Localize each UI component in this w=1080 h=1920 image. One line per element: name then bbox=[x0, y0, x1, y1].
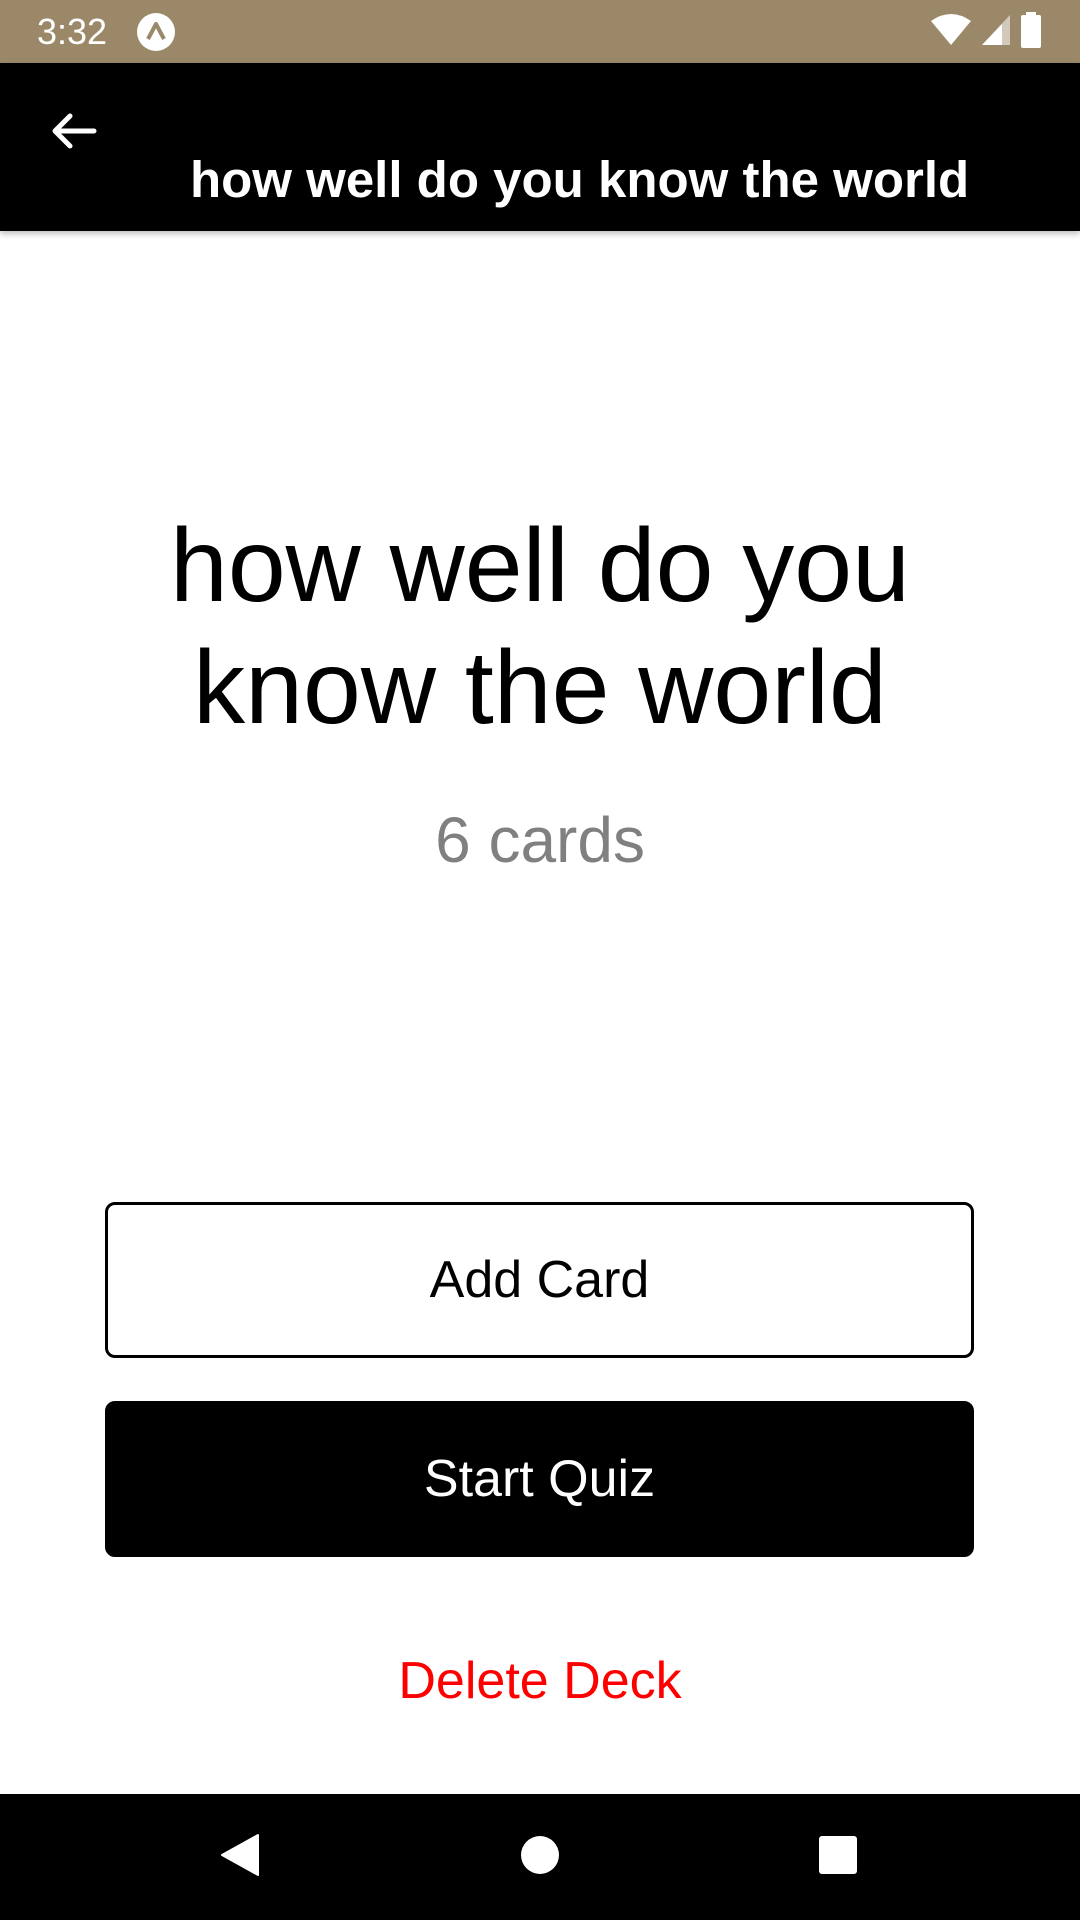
back-button[interactable] bbox=[34, 93, 114, 173]
add-card-label: Add Card bbox=[429, 1251, 650, 1309]
add-card-button[interactable]: Add Card bbox=[105, 1202, 974, 1358]
deck-detail-screen: 3:32 how well do you know the world how … bbox=[0, 0, 1080, 1920]
deck-title: how well do you know the world bbox=[170, 508, 910, 746]
nav-home-button[interactable] bbox=[477, 1794, 603, 1920]
app-notification-icon bbox=[136, 12, 176, 52]
cellular-signal-icon bbox=[980, 13, 1012, 52]
arrow-back-icon bbox=[50, 111, 98, 156]
app-bar-title: how well do you know the world bbox=[190, 151, 970, 208]
status-icons bbox=[930, 11, 1042, 53]
wifi-icon bbox=[930, 13, 972, 52]
back-triangle-icon bbox=[218, 1831, 262, 1884]
status-time: 3:32 bbox=[37, 11, 108, 52]
battery-icon bbox=[1020, 11, 1042, 53]
start-quiz-label: Start Quiz bbox=[423, 1450, 656, 1508]
start-quiz-button[interactable]: Start Quiz bbox=[105, 1401, 974, 1557]
delete-deck-button[interactable]: Delete Deck bbox=[0, 1650, 1080, 1712]
nav-back-button[interactable] bbox=[177, 1794, 303, 1920]
status-bar: 3:32 bbox=[0, 0, 1080, 63]
recents-square-icon bbox=[818, 1835, 858, 1880]
home-circle-icon bbox=[520, 1835, 560, 1880]
card-count: 6 cards bbox=[435, 804, 645, 876]
nav-recents-button[interactable] bbox=[775, 1794, 901, 1920]
system-nav-bar bbox=[0, 1794, 1080, 1920]
